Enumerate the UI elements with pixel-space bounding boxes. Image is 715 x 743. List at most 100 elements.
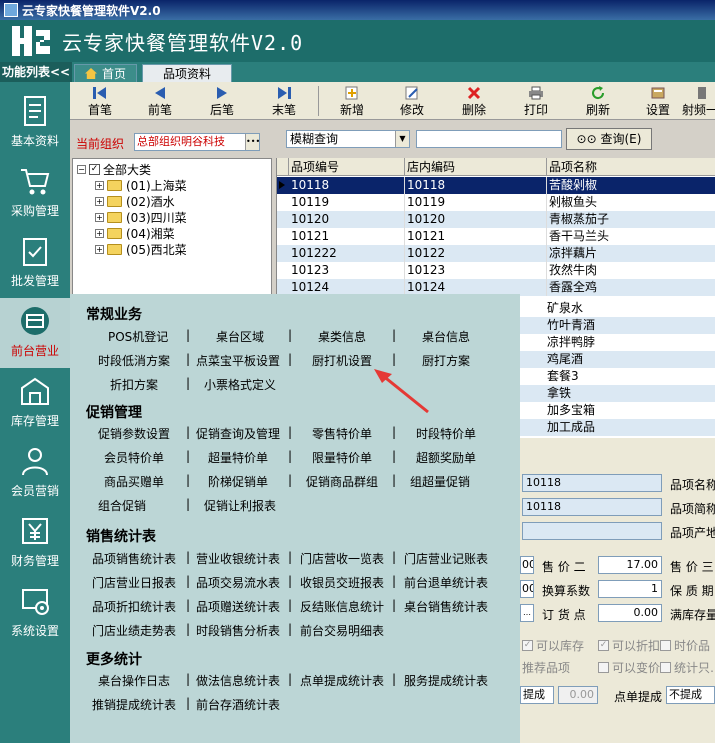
menu-item-promo-group[interactable]: 促销商品群组	[306, 473, 378, 490]
menu-item-kitchen-printer-settings[interactable]: 厨打机设置	[312, 352, 372, 369]
menu-item-combo-promo[interactable]: 组合促销	[98, 497, 146, 514]
sidebar-item-inventory[interactable]: 库存管理	[0, 368, 70, 438]
collapse-icon[interactable]: −	[77, 164, 86, 174]
settings-button[interactable]: 设置	[630, 84, 686, 118]
tree-item[interactable]: + (05)西北菜	[95, 241, 187, 257]
next-record-button[interactable]: 后笔	[194, 84, 250, 118]
stats-only-checkbox[interactable]: 统计只…	[660, 659, 715, 676]
allow-discount-checkbox[interactable]: ✓ 可以折扣	[598, 637, 660, 654]
last-record-button[interactable]: 末笔	[256, 84, 312, 118]
sidebar-item-finance[interactable]: 财务管理	[0, 508, 70, 578]
price2-field[interactable]: 17.00	[598, 556, 662, 574]
print-button[interactable]: 打印	[508, 84, 564, 118]
expand-icon[interactable]: +	[95, 196, 104, 206]
expand-icon[interactable]: +	[95, 244, 104, 254]
list-item[interactable]: 竹叶青酒	[520, 317, 715, 334]
menu-item-time-min-spend[interactable]: 时段低消方案	[98, 352, 170, 369]
menu-item-wine-storage[interactable]: 前台存酒统计表	[196, 696, 280, 713]
tab-home[interactable]: 首页	[74, 64, 138, 82]
table-row[interactable]: 10118 10118 苦酸剁椒	[277, 177, 715, 194]
menu-item-store-ledger[interactable]: 门店营业记账表	[404, 550, 488, 567]
refresh-button[interactable]: 刷新	[570, 84, 626, 118]
column-header[interactable]: 品项编号	[289, 158, 405, 176]
commission-value-field[interactable]: 0.00	[558, 686, 598, 704]
menu-item-transaction-flow[interactable]: 品项交易流水表	[196, 574, 280, 591]
order-point-field[interactable]: 0.00	[598, 604, 662, 622]
menu-item-table-type[interactable]: 桌类信息	[318, 328, 366, 345]
menu-item-over-amount-reward[interactable]: 超额奖励单	[416, 449, 476, 466]
query-button[interactable]: ⊙⊙ 查询(E)	[566, 128, 652, 150]
menu-item-store-revenue[interactable]: 门店营收一览表	[300, 550, 384, 567]
menu-item-promo-report[interactable]: 促销让利报表	[204, 497, 276, 514]
allow-stock-checkbox[interactable]: ✓ 可以库存	[522, 637, 584, 654]
list-item[interactable]: 套餐3	[520, 368, 715, 385]
commission-mode-select[interactable]: 提成	[520, 686, 554, 704]
add-button[interactable]: 新增	[324, 84, 380, 118]
tree-item[interactable]: + (02)酒水	[95, 193, 175, 209]
menu-item-table-info[interactable]: 桌台信息	[422, 328, 470, 345]
menu-item-promo-query[interactable]: 促销查询及管理	[196, 425, 280, 442]
menu-item-sales-stats[interactable]: 品项销售统计表	[92, 550, 176, 567]
function-list-toggle[interactable]: 功能列表<<	[0, 62, 72, 82]
search-input[interactable]	[416, 130, 562, 148]
list-item[interactable]: 加多宝箱	[520, 402, 715, 419]
menu-item-sales-commission[interactable]: 推销提成统计表	[92, 696, 176, 713]
delete-button[interactable]: 删除	[446, 84, 502, 118]
tree-root[interactable]: − ✓ 全部大类	[77, 161, 151, 177]
inner-code-field[interactable]: 10118	[522, 498, 662, 516]
expand-icon[interactable]: +	[95, 212, 104, 222]
column-header[interactable]: 品项名称	[547, 158, 715, 176]
menu-item-cash-stats[interactable]: 营业收银统计表	[196, 550, 280, 567]
sidebar-item-purchase[interactable]: 采购管理	[0, 158, 70, 228]
market-price-checkbox[interactable]: 时价品	[660, 637, 710, 654]
table-row[interactable]: 10120 10120 青椒蒸茄子	[277, 211, 715, 228]
menu-item-gift-stats[interactable]: 品项赠送统计表	[196, 598, 280, 615]
tree-item[interactable]: + (04)湘菜	[95, 225, 175, 241]
first-record-button[interactable]: 首笔	[72, 84, 128, 118]
table-row[interactable]: 10119 10119 剁椒鱼头	[277, 194, 715, 211]
menu-item-service-commission[interactable]: 服务提成统计表	[404, 672, 488, 689]
rf-button[interactable]: 射频一	[682, 84, 715, 118]
org-select[interactable]: 总部组织明谷科技 •••	[134, 133, 260, 151]
table-row[interactable]: 10121 10121 香干马兰头	[277, 228, 715, 245]
chevron-down-icon[interactable]: ▼	[395, 131, 409, 147]
tab-item-data[interactable]: 品项资料	[142, 64, 232, 82]
menu-item-member-special[interactable]: 会员特价单	[104, 449, 164, 466]
sidebar-item-basic-data[interactable]: 基本资料	[0, 88, 70, 158]
table-row[interactable]: 101222 10122 凉拌藕片	[277, 245, 715, 262]
menu-item-promo-params[interactable]: 促销参数设置	[98, 425, 170, 442]
sidebar-item-system[interactable]: 系统设置	[0, 578, 70, 648]
menu-item-discount-plan[interactable]: 折扣方案	[110, 376, 158, 393]
list-item[interactable]: 鸡尾酒	[520, 351, 715, 368]
tree-item[interactable]: + (03)四川菜	[95, 209, 187, 225]
menu-item-performance-trend[interactable]: 门店业绩走势表	[92, 622, 176, 639]
column-header[interactable]: 店内编码	[405, 158, 547, 176]
list-item[interactable]: 拿铁	[520, 385, 715, 402]
checkbox-icon[interactable]: ✓	[89, 163, 100, 175]
conversion-field[interactable]: 1	[598, 580, 662, 598]
menu-item-shift-report[interactable]: 收银员交班报表	[300, 574, 384, 591]
origin-field[interactable]	[522, 522, 662, 540]
menu-item-tablet-settings[interactable]: 点菜宝平板设置	[196, 352, 280, 369]
menu-item-group-over-promo[interactable]: 组超量促销	[410, 473, 470, 490]
ellipsis-icon[interactable]: …	[520, 604, 534, 622]
ellipsis-icon[interactable]: •••	[245, 134, 259, 150]
point-commission-select[interactable]: 不提成	[666, 686, 715, 704]
menu-item-retail-special[interactable]: 零售特价单	[312, 425, 372, 442]
list-item[interactable]: 加工成品	[520, 419, 715, 436]
menu-item-table-area[interactable]: 桌台区域	[216, 328, 264, 345]
expand-icon[interactable]: +	[95, 180, 104, 190]
menu-item-discount-stats[interactable]: 品项折扣统计表	[92, 598, 176, 615]
menu-item-refund-stats[interactable]: 前台退单统计表	[404, 574, 488, 591]
menu-item-table-sales[interactable]: 桌台销售统计表	[404, 598, 488, 615]
item-code-field[interactable]: 10118	[522, 474, 662, 492]
list-item[interactable]: 矿泉水	[520, 300, 715, 317]
menu-item-tiered-promo[interactable]: 阶梯促销单	[208, 473, 268, 490]
menu-item-transaction-detail[interactable]: 前台交易明细表	[300, 622, 384, 639]
menu-item-period-special[interactable]: 时段特价单	[416, 425, 476, 442]
menu-item-reverse-checkout[interactable]: 反结账信息统计	[300, 598, 384, 615]
price1-field[interactable]: 00	[520, 556, 534, 574]
tree-item[interactable]: + (01)上海菜	[95, 177, 187, 193]
menu-item-receipt-format[interactable]: 小票格式定义	[204, 376, 276, 393]
edit-button[interactable]: 修改	[384, 84, 440, 118]
